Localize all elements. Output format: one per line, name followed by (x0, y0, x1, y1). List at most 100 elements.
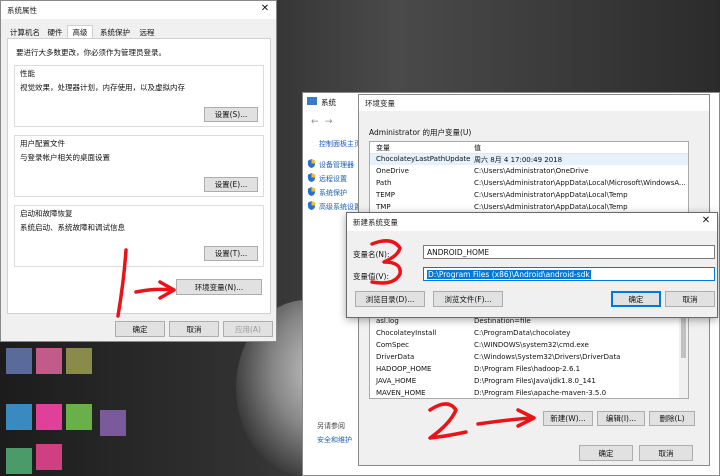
shield-icon (307, 187, 316, 196)
security-maintenance-link[interactable]: 安全和维护 (317, 435, 352, 445)
new-var-titlebar: 新建系统变量 (347, 213, 717, 231)
close-icon[interactable]: ✕ (699, 215, 713, 229)
advanced-system-settings-link[interactable]: 高级系统设置 (319, 202, 361, 212)
var-name: ComSpec (376, 341, 410, 349)
new-var-title: 新建系统变量 (353, 217, 398, 227)
edit-variable-button[interactable]: 编辑(I)... (597, 411, 645, 426)
var-name: HADOOP_HOME (376, 365, 432, 373)
tab-remote[interactable]: 远程 (135, 25, 159, 39)
shield-icon (307, 201, 316, 210)
var-name: Path (376, 179, 392, 187)
admin-note: 要进行大多数更改，你必须作为管理员登录。 (16, 48, 166, 57)
system-properties-titlebar: 系统属性 (1, 1, 276, 19)
startup-recovery-settings-button[interactable]: 设置(T)... (204, 246, 258, 261)
scrollbar[interactable] (679, 314, 688, 398)
var-name: DriverData (376, 353, 415, 361)
tab-advanced[interactable]: 高级 (67, 25, 93, 39)
apply-button[interactable]: 应用(A) (223, 321, 273, 337)
new-var-ok-button[interactable]: 确定 (611, 291, 661, 307)
table-row[interactable]: OneDrive C:\Users\Administrator\OneDrive (370, 166, 688, 177)
var-value: C:\Users\Administrator\AppData\Local\Mic… (474, 179, 686, 187)
variable-value-selected-text: D:\Program Files (x86)\Android\android-s… (427, 269, 591, 279)
var-name: MAVEN_HOME (376, 389, 426, 397)
table-row[interactable]: HADOOP_HOME D:\Program Files\hadoop-2.6.… (370, 364, 688, 375)
new-system-variable-dialog: 新建系统变量 ✕ 变量名(N): ANDROID_HOME 变量值(V): D:… (346, 212, 718, 318)
user-profiles-title: 用户配置文件 (20, 139, 65, 148)
shield-icon (307, 173, 316, 182)
tab-hardware[interactable]: 硬件 (43, 25, 67, 39)
performance-desc: 视觉效果，处理器计划，内存使用，以及虚拟内存 (20, 83, 185, 92)
variable-value-label: 变量值(V): (353, 272, 390, 281)
user-variables-list[interactable]: 变量 值 ChocolateyLastPathUpdate 周六 8月 4 17… (369, 141, 689, 215)
forward-arrow-icon[interactable]: → (325, 117, 333, 127)
table-header: 变量 值 (370, 142, 688, 154)
back-arrow-icon[interactable]: ← (311, 117, 319, 127)
performance-settings-button[interactable]: 设置(S)... (204, 107, 258, 122)
var-value: 周六 8月 4 17:00:49 2018 (474, 156, 563, 164)
table-row[interactable]: ChocolateyLastPathUpdate 周六 8月 4 17:00:4… (370, 154, 688, 165)
var-value: Destination=file (474, 317, 531, 325)
table-row[interactable]: JAVA_HOME D:\Program Files\Java\jdk1.8.0… (370, 376, 688, 387)
system-window-title: 系统 (321, 98, 336, 107)
env-cancel-button[interactable]: 取消 (639, 445, 693, 461)
startup-recovery-desc: 系统启动、系统故障和调试信息 (20, 223, 125, 232)
table-row[interactable]: ComSpec C:\WINDOWS\system32\cmd.exe (370, 340, 688, 351)
var-name: TEMP (376, 191, 395, 199)
environment-variables-button[interactable]: 环境变量(N)... (176, 279, 262, 295)
remote-settings-link[interactable]: 远程设置 (319, 174, 347, 184)
var-value: D:\Program Files\apache-maven-3.5.0 (474, 389, 607, 397)
var-name: TMP (376, 203, 391, 211)
var-value: C:\Windows\System32\Drivers\DriverData (474, 353, 621, 361)
device-manager-link[interactable]: 设备管理器 (319, 160, 354, 170)
var-value: C:\ProgramData\chocolatey (474, 329, 571, 337)
new-var-cancel-button[interactable]: 取消 (665, 291, 715, 307)
env-window-title: 环境变量 (365, 98, 395, 108)
user-variables-label: Administrator 的用户变量(U) (369, 128, 472, 137)
close-icon[interactable]: ✕ (258, 3, 272, 17)
table-row[interactable]: MAVEN_HOME D:\Program Files\apache-maven… (370, 388, 688, 398)
var-value: D:\Program Files\hadoop-2.6.1 (474, 365, 581, 373)
tab-system-protection[interactable]: 系统保护 (95, 25, 135, 39)
variable-name-label: 变量名(N): (353, 250, 390, 259)
table-row[interactable]: TEMP C:\Users\Administrator\AppData\Loca… (370, 190, 688, 201)
table-row[interactable]: Path C:\Users\Administrator\AppData\Loca… (370, 178, 688, 189)
ok-button[interactable]: 确定 (115, 321, 165, 337)
column-header-value: 值 (474, 144, 481, 152)
var-value: C:\WINDOWS\system32\cmd.exe (474, 341, 589, 349)
control-panel-home-link[interactable]: 控制面板主页 (319, 139, 361, 149)
table-row[interactable]: ChocolateyInstall C:\ProgramData\chocola… (370, 328, 688, 339)
table-row[interactable]: DriverData C:\Windows\System32\Drivers\D… (370, 352, 688, 363)
var-name: JAVA_HOME (376, 377, 417, 385)
scrollbar-thumb[interactable] (681, 318, 686, 358)
variable-value-input[interactable]: D:\Program Files (x86)\Android\android-s… (423, 267, 715, 281)
column-header-variable: 变量 (376, 144, 390, 152)
env-ok-button[interactable]: 确定 (579, 445, 633, 461)
var-name: ChocolateyInstall (376, 329, 437, 337)
new-variable-button[interactable]: 新建(W)... (543, 411, 593, 426)
var-name: ChocolateyLastPathUpdate (376, 155, 471, 163)
advanced-tab-panel: 要进行大多数更改，你必须作为管理员登录。 性能 视觉效果，处理器计划，内存使用，… (7, 38, 271, 314)
browse-directory-button[interactable]: 浏览目录(D)... (355, 291, 425, 307)
var-value: C:\Users\Administrator\AppData\Local\Tem… (474, 191, 628, 199)
delete-variable-button[interactable]: 删除(L) (649, 411, 695, 426)
performance-title: 性能 (20, 69, 35, 78)
system-properties-window: 系统属性 ✕ 计算机名 硬件 高级 系统保护 远程 要进行大多数更改，你必须作为… (0, 0, 277, 342)
var-value: C:\Users\Administrator\OneDrive (474, 167, 589, 175)
system-protection-link[interactable]: 系统保护 (319, 188, 347, 198)
var-name: asl.log (376, 317, 399, 325)
env-titlebar: 环境变量 (359, 95, 709, 111)
startup-recovery-title: 启动和故障恢复 (20, 209, 73, 218)
shield-icon (307, 159, 316, 168)
user-profiles-settings-button[interactable]: 设置(E)... (204, 177, 258, 192)
var-value: D:\Program Files\Java\jdk1.8.0_141 (474, 377, 596, 385)
window-title: 系统属性 (7, 5, 37, 15)
system-variables-list[interactable]: asl.log Destination=file ChocolateyInsta… (369, 313, 689, 399)
var-value: C:\Users\Administrator\AppData\Local\Tem… (474, 203, 628, 211)
tab-computer-name[interactable]: 计算机名 (7, 25, 43, 39)
var-name: OneDrive (376, 167, 409, 175)
cancel-button[interactable]: 取消 (169, 321, 219, 337)
computer-icon (307, 97, 317, 105)
browse-file-button[interactable]: 浏览文件(F)... (433, 291, 503, 307)
variable-name-input[interactable]: ANDROID_HOME (423, 245, 715, 259)
user-profiles-desc: 与登录帐户相关的桌面设置 (20, 153, 110, 162)
